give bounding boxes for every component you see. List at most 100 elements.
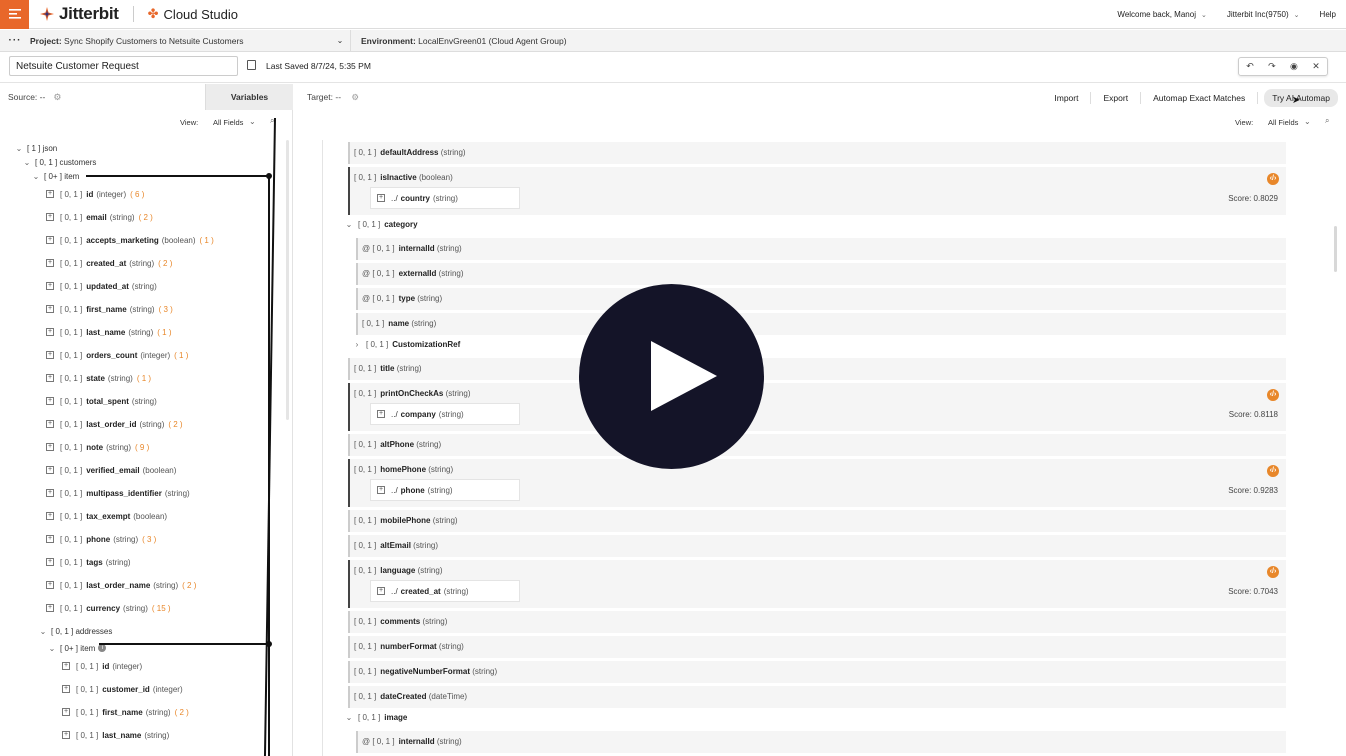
- play-button[interactable]: [579, 284, 764, 469]
- target-field[interactable]: [ 0, 1 ] defaultAddress (string): [348, 142, 1286, 164]
- expand-plus-icon[interactable]: +: [46, 512, 54, 520]
- automap-exact-button[interactable]: Automap Exact Matches: [1141, 92, 1259, 104]
- view-select[interactable]: All Fields: [1268, 118, 1298, 127]
- tree-field-row[interactable]: + [ 0, 1 ] last_name (string)( 1 ): [46, 325, 172, 339]
- chevron-down-icon[interactable]: ⌄: [38, 627, 48, 636]
- tree-field-row[interactable]: + [ 0, 1 ] customer_id (integer): [62, 682, 183, 696]
- info-icon[interactable]: i: [98, 644, 107, 652]
- tree-field-row[interactable]: + [ 0, 1 ] multipass_identifier (string): [46, 486, 190, 500]
- target-field[interactable]: [ 0, 1 ] negativeNumberFormat (string): [348, 661, 1286, 683]
- mapped-source-chip[interactable]: + ../country (string): [370, 187, 520, 209]
- target-field[interactable]: [ 0, 1 ] title (string): [348, 358, 1286, 380]
- target-field[interactable]: [ 0, 1 ] mobilePhone (string): [348, 510, 1286, 532]
- gear-icon[interactable]: ⚙: [53, 92, 61, 103]
- mapped-target-field[interactable]: [ 0, 1 ] homePhone (string) + ../phone (stri…: [348, 459, 1286, 507]
- target-field[interactable]: [ 0, 1 ] dateCreated (dateTime): [348, 686, 1286, 708]
- expand-plus-icon[interactable]: +: [46, 558, 54, 566]
- expand-plus-icon[interactable]: +: [46, 489, 54, 497]
- more-options-icon[interactable]: ···: [0, 35, 30, 46]
- target-field[interactable]: @ [ 0, 1 ] type (string): [356, 288, 1286, 310]
- chevron-down-icon[interactable]: ⌄: [22, 158, 32, 167]
- tree-field-row[interactable]: + [ 0, 1 ] id (integer): [62, 659, 142, 673]
- tree-field-row[interactable]: + [ 0, 1 ] last_name (string): [62, 728, 169, 742]
- expand-plus-icon[interactable]: +: [46, 420, 54, 428]
- script-icon[interactable]: ‹/›: [1267, 465, 1279, 477]
- script-icon[interactable]: ‹/›: [1267, 566, 1279, 578]
- org-menu[interactable]: Jitterbit Inc(9750) ⌄: [1217, 10, 1310, 19]
- mapped-target-field[interactable]: [ 0, 1 ] printOnCheckAs (string) + ../compa…: [348, 383, 1286, 431]
- tree-group-row[interactable]: ⌄[ 1 ] json: [14, 141, 58, 155]
- tree-field-row[interactable]: + [ 0, 1 ] verified_email (boolean): [46, 463, 176, 477]
- tree-field-row[interactable]: + [ 0, 1 ] email (string)( 2 ): [46, 210, 153, 224]
- expand-plus-icon[interactable]: +: [46, 259, 54, 267]
- expand-plus-icon[interactable]: +: [46, 443, 54, 451]
- transformation-name-input[interactable]: Netsuite Customer Request: [9, 56, 238, 76]
- expand-plus-icon[interactable]: +: [377, 587, 385, 595]
- tree-field-row[interactable]: + [ 0, 1 ] last_order_name (string)( 2 ): [46, 578, 196, 592]
- notes-icon[interactable]: [247, 60, 256, 70]
- tree-group-row[interactable]: ⌄[ 0, 1 ] customers: [22, 155, 97, 169]
- tree-field-row[interactable]: + [ 0, 1 ] note (string)( 9 ): [46, 440, 149, 454]
- chevron-down-icon[interactable]: ⌄: [330, 36, 350, 45]
- mapped-target-field[interactable]: [ 0, 1 ] language (string) + ../created_at(…: [348, 560, 1286, 608]
- tree-field-row[interactable]: + [ 0, 1 ] state (string)( 1 ): [46, 371, 151, 385]
- tree-field-row[interactable]: + [ 0, 1 ] last_order_id (string)( 2 ): [46, 417, 183, 431]
- tree-group-row[interactable]: ⌄[ 0+ ] item i: [47, 641, 107, 655]
- expand-plus-icon[interactable]: +: [46, 328, 54, 336]
- expand-plus-icon[interactable]: +: [46, 305, 54, 313]
- expand-plus-icon[interactable]: +: [377, 486, 385, 494]
- tree-field-row[interactable]: + [ 0, 1 ] first_name (string)( 2 ): [62, 705, 189, 719]
- tree-field-row[interactable]: + [ 0, 1 ] total_spent (string): [46, 394, 157, 408]
- help-link[interactable]: Help: [1310, 10, 1346, 19]
- close-icon[interactable]: ✕: [1312, 61, 1320, 72]
- expand-plus-icon[interactable]: +: [46, 190, 54, 198]
- import-button[interactable]: Import: [1042, 92, 1092, 104]
- chevron-down-icon[interactable]: ⌄: [344, 220, 354, 229]
- chevron-down-icon[interactable]: ⌄: [14, 144, 24, 153]
- expand-plus-icon[interactable]: +: [46, 581, 54, 589]
- chevron-down-icon[interactable]: ⌄: [1304, 117, 1311, 126]
- expand-plus-icon[interactable]: +: [46, 374, 54, 382]
- view-select[interactable]: All Fields: [213, 118, 243, 127]
- gear-icon[interactable]: ⚙: [351, 92, 359, 102]
- expand-plus-icon[interactable]: +: [62, 731, 70, 739]
- tree-group-row[interactable]: ⌄[ 0+ ] item: [31, 169, 80, 183]
- tree-group-row[interactable]: ⌄ [ 0, 1 ] image: [344, 713, 410, 722]
- target-scrollbar[interactable]: [1334, 226, 1337, 272]
- tree-field-row[interactable]: + [ 0, 1 ] currency (string)( 15 ): [46, 601, 171, 615]
- expand-plus-icon[interactable]: +: [62, 662, 70, 670]
- tree-field-row[interactable]: + [ 0, 1 ] id (integer)( 6 ): [46, 187, 144, 201]
- expand-plus-icon[interactable]: +: [46, 397, 54, 405]
- tree-field-row[interactable]: + [ 0, 1 ] accepts_marketing (boolean)( 1 ): [46, 233, 214, 247]
- target-field[interactable]: @ [ 0, 1 ] internalId (string): [356, 238, 1286, 260]
- user-menu[interactable]: Welcome back, Manoj ⌄: [1107, 10, 1216, 19]
- tree-field-row[interactable]: + [ 0, 1 ] created_at (string)( 2 ): [46, 256, 172, 270]
- tree-field-row[interactable]: + [ 0, 1 ] updated_at (string): [46, 279, 157, 293]
- target-field[interactable]: [ 0, 1 ] numberFormat (string): [348, 636, 1286, 658]
- chevron-down-icon[interactable]: ⌄: [344, 713, 354, 722]
- chevron-down-icon[interactable]: ⌄: [249, 117, 256, 126]
- expand-plus-icon[interactable]: +: [46, 535, 54, 543]
- tree-field-row[interactable]: + [ 0, 1 ] tags (string): [46, 555, 131, 569]
- target-field[interactable]: [ 0, 1 ] altPhone (string): [348, 434, 1286, 456]
- expand-plus-icon[interactable]: +: [46, 604, 54, 612]
- tree-group-row[interactable]: ⌄[ 0, 1 ] addresses: [38, 624, 113, 638]
- tree-field-row[interactable]: + [ 0, 1 ] first_name (string)( 3 ): [46, 302, 173, 316]
- undo-icon[interactable]: ↶: [1246, 61, 1254, 72]
- expand-plus-icon[interactable]: +: [62, 708, 70, 716]
- eye-icon[interactable]: ◉: [1290, 61, 1298, 72]
- tree-field-row[interactable]: + [ 0, 1 ] orders_count (integer)( 1 ): [46, 348, 188, 362]
- mapped-target-field[interactable]: [ 0, 1 ] isInactive (boolean) + ../country(…: [348, 167, 1286, 215]
- expand-plus-icon[interactable]: +: [46, 213, 54, 221]
- mapped-source-chip[interactable]: + ../phone (string): [370, 479, 520, 501]
- jitterbit-logo[interactable]: Jitterbit: [39, 4, 119, 24]
- target-field[interactable]: @ [ 0, 1 ] internalId (string): [356, 731, 1286, 753]
- expand-plus-icon[interactable]: +: [377, 410, 385, 418]
- try-ai-automap-button[interactable]: Try AI Automap: [1264, 89, 1338, 107]
- mapped-source-chip[interactable]: + ../created_at (string): [370, 580, 520, 602]
- mapped-source-chip[interactable]: + ../company (string): [370, 403, 520, 425]
- expand-plus-icon[interactable]: +: [46, 236, 54, 244]
- tab-variables[interactable]: Variables: [205, 84, 293, 110]
- project-info[interactable]: Project: Sync Shopify Customers to Netsu…: [30, 36, 330, 46]
- target-field[interactable]: @ [ 0, 1 ] externalId (string): [356, 263, 1286, 285]
